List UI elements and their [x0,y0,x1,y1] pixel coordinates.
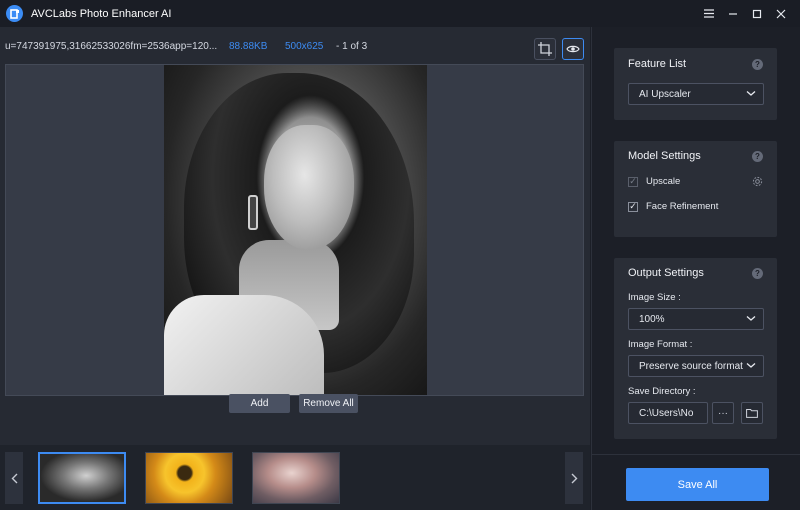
thumbnail-prev-button[interactable] [5,452,23,504]
image-size-label: Image Size : [628,292,681,303]
feature-select-value: AI Upscaler [639,88,691,100]
gear-icon[interactable] [752,176,763,187]
add-button[interactable]: Add [229,394,290,413]
upscale-label: Upscale [646,176,681,187]
image-preview [5,64,584,396]
open-folder-button[interactable] [741,402,763,424]
file-size: 88.88KB [229,41,268,52]
title-bar: AVCLabs Photo Enhancer AI [0,0,800,27]
maximize-icon[interactable] [748,5,766,23]
help-icon[interactable]: ? [752,151,763,162]
preview-pane: u=747391975,31662533026fm=2536app=120...… [0,27,590,510]
photo-face [264,125,354,250]
face-refinement-label: Face Refinement [646,201,719,212]
file-name: u=747391975,31662533026fm=2536app=120... [5,41,218,52]
browse-button[interactable]: ··· [712,402,734,424]
crop-icon [538,42,552,56]
chevron-right-icon [571,473,577,483]
thumbnail-1[interactable] [38,452,126,504]
settings-panel: Feature List ? AI Upscaler Model Setting… [591,27,800,510]
crop-button[interactable] [534,38,556,60]
thumbnail-3[interactable] [252,452,340,504]
divider [592,454,800,455]
folder-icon [746,409,758,418]
face-refinement-option[interactable]: ✓ Face Refinement [628,201,718,212]
image-format-value: Preserve source format [639,360,743,372]
chevron-left-icon [11,473,17,483]
help-icon[interactable]: ? [752,59,763,70]
app-logo-icon [6,5,23,22]
save-all-button[interactable]: Save All [626,468,769,501]
remove-all-button[interactable]: Remove All [299,394,358,413]
output-settings-title: Output Settings [628,267,704,279]
file-index: - 1 of 3 [336,41,368,52]
model-settings-card: Model Settings ? ✓ Upscale ✓ Face Refine… [614,141,777,237]
preview-toggle-button[interactable] [562,38,584,60]
file-dimensions: 500x625 [285,41,324,52]
feature-select[interactable]: AI Upscaler [628,83,764,105]
help-icon[interactable]: ? [752,268,763,279]
image-format-select[interactable]: Preserve source format [628,355,764,377]
image-size-select[interactable]: 100% [628,308,764,330]
upscale-option[interactable]: ✓ Upscale [628,176,680,187]
output-settings-card: Output Settings ? Image Size : 100% Imag… [614,258,777,439]
photo-earring [248,195,258,230]
minimize-icon[interactable] [724,5,742,23]
save-directory-label: Save Directory : [628,386,696,397]
chevron-down-icon [746,316,756,321]
feature-list-title: Feature List [628,58,687,70]
chevron-down-icon [746,360,756,370]
image-size-value: 100% [639,313,665,325]
preview-photo [164,65,427,395]
chevron-down-icon [746,91,756,96]
close-icon[interactable] [772,5,790,23]
thumbnail-next-button[interactable] [565,452,583,504]
save-directory-input[interactable]: C:\Users\Nо [628,402,708,424]
thumbnail-2[interactable] [145,452,233,504]
feature-list-card: Feature List ? AI Upscaler [614,48,777,120]
photo-shirt [164,295,324,395]
model-settings-title: Model Settings [628,150,701,162]
image-format-label: Image Format : [628,339,693,350]
upscale-checkbox[interactable]: ✓ [628,176,638,187]
app-title: AVCLabs Photo Enhancer AI [31,7,172,20]
eye-icon [566,45,580,53]
face-refinement-checkbox[interactable]: ✓ [628,201,638,212]
menu-icon[interactable] [700,5,718,23]
